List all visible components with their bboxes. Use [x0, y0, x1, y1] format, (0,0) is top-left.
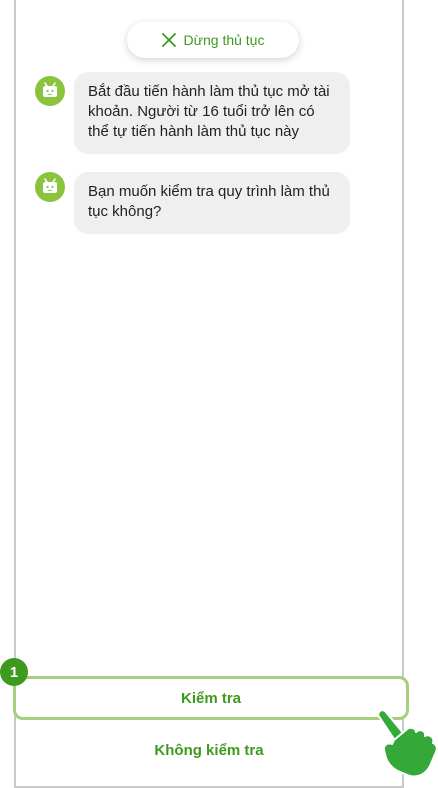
- hand-pointer-icon: [377, 709, 438, 778]
- message-text: Bạn muốn kiểm tra quy trình làm thủ tục …: [88, 183, 330, 220]
- no-check-label: Không kiểm tra: [154, 741, 264, 759]
- chat-bubble: Bắt đầu tiến hành làm thủ tục mở tài kho…: [74, 72, 350, 154]
- bot-avatar: [35, 76, 65, 106]
- stop-procedure-button[interactable]: Dừng thủ tục: [127, 22, 299, 58]
- bot-icon: [43, 82, 57, 97]
- step-number: 1: [9, 663, 19, 681]
- no-check-button[interactable]: Không kiểm tra: [16, 728, 402, 772]
- check-button[interactable]: Kiểm tra: [13, 676, 409, 720]
- step-badge: 1: [0, 658, 28, 686]
- bot-avatar: [35, 172, 65, 202]
- chat-bubble: Bạn muốn kiểm tra quy trình làm thủ tục …: [74, 172, 350, 234]
- check-label: Kiểm tra: [180, 689, 242, 707]
- bot-icon: [43, 178, 57, 193]
- stop-procedure-label: Dừng thủ tục: [183, 32, 265, 48]
- app-screen: Dừng thủ tục Bắt đầu tiến hành làm thủ t…: [14, 0, 404, 788]
- close-icon: [161, 33, 176, 47]
- message-text: Bắt đầu tiến hành làm thủ tục mở tài kho…: [88, 83, 330, 140]
